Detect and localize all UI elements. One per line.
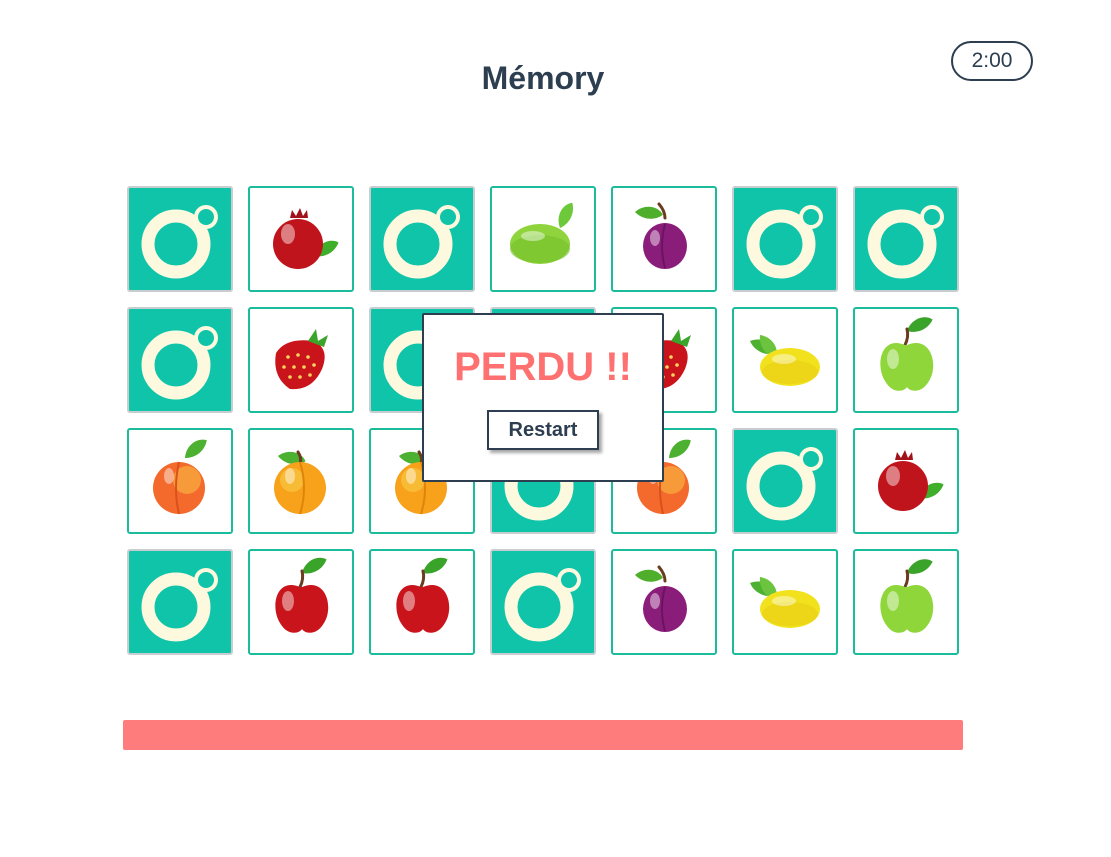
card-back-ring-icon: [856, 189, 956, 289]
card-face-up[interactable]: [853, 428, 959, 534]
card-face-up[interactable]: [853, 307, 959, 413]
pomegranate-icon: [256, 194, 346, 284]
card-face-up[interactable]: [369, 549, 475, 655]
green-apple-icon: [861, 315, 951, 405]
time-progress-bar: [123, 720, 963, 750]
card-face-down[interactable]: [127, 307, 233, 413]
card-face-up[interactable]: [248, 428, 354, 534]
card-back-ring-icon: [735, 189, 835, 289]
pomegranate-icon: [861, 436, 951, 526]
card-face-down[interactable]: [732, 428, 838, 534]
red-apple-icon: [256, 557, 346, 647]
card-back-ring-icon: [130, 310, 230, 410]
card-face-down[interactable]: [127, 186, 233, 292]
card-face-down[interactable]: [369, 186, 475, 292]
card-back-ring-icon: [493, 552, 593, 652]
card-face-up[interactable]: [127, 428, 233, 534]
lime-icon: [498, 194, 588, 284]
card-face-down[interactable]: [853, 186, 959, 292]
card-face-down[interactable]: [732, 186, 838, 292]
green-apple-icon: [861, 557, 951, 647]
lemon-icon: [740, 557, 830, 647]
plum-icon: [619, 557, 709, 647]
card-face-up[interactable]: [611, 186, 717, 292]
card-face-up[interactable]: [490, 186, 596, 292]
card-face-down[interactable]: [490, 549, 596, 655]
card-face-up[interactable]: [248, 549, 354, 655]
card-back-ring-icon: [735, 431, 835, 531]
apricot-icon: [256, 436, 346, 526]
page-title: Mémory: [481, 60, 605, 96]
plum-icon: [619, 194, 709, 284]
card-face-up[interactable]: [611, 549, 717, 655]
card-back-ring-icon: [130, 189, 230, 289]
time-progress-fill: [123, 720, 963, 750]
strawberry-icon: [256, 315, 346, 405]
card-back-ring-icon: [372, 189, 472, 289]
card-face-up[interactable]: [732, 307, 838, 413]
card-face-up[interactable]: [732, 549, 838, 655]
card-back-ring-icon: [130, 552, 230, 652]
lemon-icon: [740, 315, 830, 405]
timer: 2:00: [951, 41, 1033, 81]
game-over-title: PERDU !!: [454, 345, 632, 389]
card-face-up[interactable]: [853, 549, 959, 655]
card-face-down[interactable]: [127, 549, 233, 655]
card-face-up[interactable]: [248, 186, 354, 292]
game-over-modal: PERDU !! Restart: [422, 313, 664, 482]
card-face-up[interactable]: [248, 307, 354, 413]
red-apple-icon: [377, 557, 467, 647]
restart-button[interactable]: Restart: [487, 410, 599, 450]
peach-icon: [135, 436, 225, 526]
